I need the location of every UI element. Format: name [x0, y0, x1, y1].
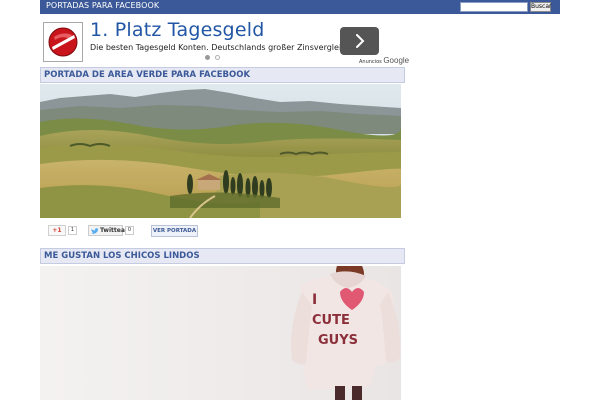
hoodie-image: I CUTE GUYS — [40, 266, 401, 400]
ad-attribution[interactable]: Anuncios Google — [359, 56, 409, 65]
hoodie-photo[interactable]: I CUTE GUYS — [40, 266, 401, 400]
search-input[interactable] — [460, 2, 528, 12]
post-title-bar: ME GUSTAN LOS CHICOS LINDOS — [40, 248, 405, 264]
landscape-image — [40, 84, 401, 218]
twitter-bird-icon — [91, 228, 99, 234]
share-bar: +1 1 Twittear 0 VER PORTADA — [40, 225, 401, 237]
chevron-right-icon — [356, 34, 365, 48]
tweet-button[interactable]: Twittear — [88, 225, 128, 236]
carousel-dots — [205, 55, 225, 61]
view-cover-button[interactable]: VER PORTADA — [151, 225, 198, 237]
google-logo: Google — [383, 56, 410, 65]
ad-attribution-prefix: Anuncios — [359, 59, 382, 65]
svg-text:I: I — [312, 292, 317, 308]
post-title-bar: PORTADA DE AREA VERDE PARA FACEBOOK — [40, 67, 405, 83]
landscape-photo[interactable] — [40, 84, 401, 218]
svg-text:CUTE: CUTE — [312, 313, 350, 328]
ad-next-button[interactable] — [340, 27, 379, 55]
tweet-label: Twittear — [100, 227, 128, 234]
svg-text:GUYS: GUYS — [318, 333, 358, 348]
post-title[interactable]: PORTADA DE AREA VERDE PARA FACEBOOK — [44, 70, 250, 80]
google-plus-button[interactable]: +1 — [48, 225, 66, 236]
ad-logo[interactable] — [43, 22, 83, 62]
post-title[interactable]: ME GUSTAN LOS CHICOS LINDOS — [44, 251, 200, 261]
ad-text[interactable]: Die besten Tagesgeld Konten. Deutschland… — [90, 43, 354, 52]
top-bar: PORTADAS PARA FACEBOOK Buscar — [40, 0, 560, 14]
search-button[interactable]: Buscar — [530, 2, 552, 12]
carousel-dot-2[interactable] — [215, 55, 220, 60]
ad-headline[interactable]: 1. Platz Tagesgeld — [90, 19, 264, 41]
site-title[interactable]: PORTADAS PARA FACEBOOK — [46, 1, 159, 10]
google-plus-count: 1 — [68, 226, 77, 235]
ad-logo-icon — [48, 27, 78, 57]
carousel-dot-1[interactable] — [205, 55, 210, 60]
ad-banner[interactable]: 1. Platz Tagesgeld Die besten Tagesgeld … — [40, 15, 409, 67]
tweet-count: 0 — [125, 226, 134, 235]
